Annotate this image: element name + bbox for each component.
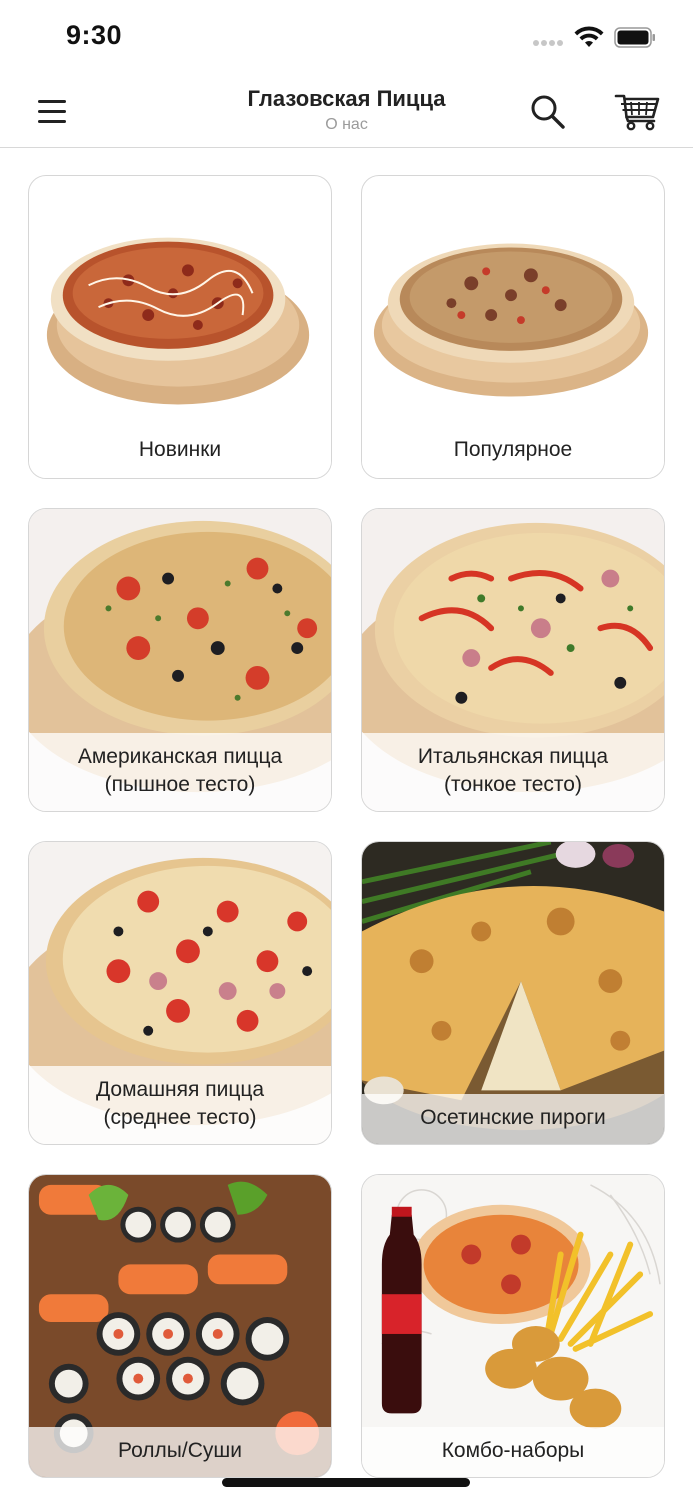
search-button[interactable] (528, 92, 568, 132)
category-card-homemade[interactable]: Домашняя пицца (среднее тесто) (28, 841, 332, 1145)
category-label-line2: (пышное тесто) (104, 773, 256, 796)
about-link[interactable]: О нас (180, 114, 513, 136)
category-label: Популярное (362, 436, 664, 478)
category-label-line1: Американская пицца (77, 745, 283, 768)
status-bar: 9:30 (0, 0, 693, 76)
category-card-american[interactable]: Американская пицца (пышное тесто) (28, 508, 332, 812)
category-label: Роллы/Суши (29, 1427, 331, 1477)
category-label-line1: Домашняя пицца (95, 1078, 265, 1101)
category-label: Домашняя пицца (среднее тесто) (29, 1066, 331, 1144)
category-label: Комбо-наборы (362, 1427, 664, 1477)
category-label-line1: Новинки (138, 438, 222, 461)
pizza-image (373, 243, 649, 397)
cart-icon (614, 94, 660, 131)
category-card-rolls-sushi[interactable]: Роллы/Суши (28, 1174, 332, 1478)
category-grid: Новинки Популярное Американская пицца (п… (0, 148, 693, 1500)
category-label-line1: Итальянская пицца (417, 745, 609, 768)
category-label: Осетинские пироги (362, 1094, 664, 1144)
category-label: Новинки (29, 436, 331, 478)
home-indicator[interactable] (222, 1478, 470, 1487)
signal-icon (533, 40, 565, 46)
category-card-new[interactable]: Новинки (28, 175, 332, 479)
category-label: Итальянская пицца (тонкое тесто) (362, 733, 664, 811)
category-card-popular[interactable]: Популярное (361, 175, 665, 479)
category-label-line1: Роллы/Суши (118, 1439, 242, 1462)
battery-icon (614, 27, 655, 48)
nav-title-group[interactable]: Глазовская Пицца О нас (180, 86, 513, 136)
category-label-line1: Осетинские пироги (420, 1106, 606, 1129)
status-time: 9:30 (66, 20, 123, 50)
category-label-line2: (среднее тесто) (103, 1106, 257, 1129)
pizza-image (46, 237, 310, 405)
wifi-icon (574, 26, 604, 47)
category-label-line2: (тонкое тесто) (444, 773, 582, 796)
category-label-line1: Популярное (453, 438, 573, 461)
category-card-combo[interactable]: Комбо-наборы (361, 1174, 665, 1478)
cart-button[interactable] (614, 90, 662, 132)
nav-bar: Глазовская Пицца О нас (0, 76, 693, 148)
search-icon (531, 95, 565, 129)
category-card-italian[interactable]: Итальянская пицца (тонкое тесто) (361, 508, 665, 812)
menu-button[interactable] (34, 94, 70, 124)
category-card-ossetian-pies[interactable]: Осетинские пироги (361, 841, 665, 1145)
page-title: Глазовская Пицца (247, 86, 446, 111)
category-label-line1: Комбо-наборы (441, 1439, 585, 1462)
category-label: Американская пицца (пышное тесто) (29, 733, 331, 811)
